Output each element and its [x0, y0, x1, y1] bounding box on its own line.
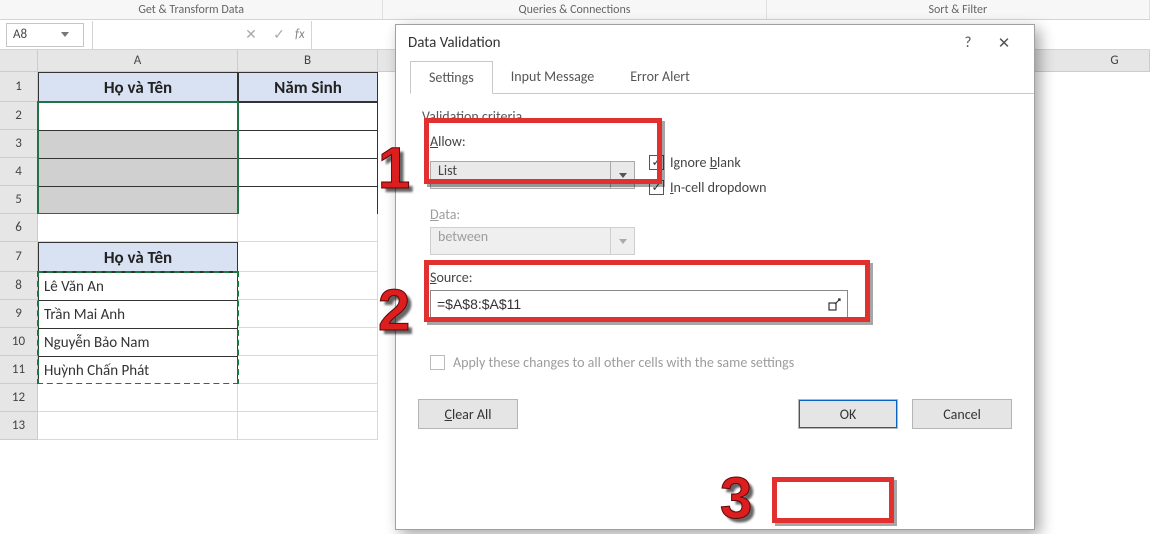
row-header[interactable]: 1	[0, 72, 38, 102]
cell-b1[interactable]: Năm Sinh	[238, 72, 378, 102]
row-header[interactable]: 10	[0, 328, 38, 356]
select-all-corner[interactable]	[0, 50, 38, 72]
help-icon[interactable]: ?	[950, 29, 986, 57]
ignore-blank-checkbox[interactable]: ✓ Ignore blank	[649, 154, 766, 171]
dialog-title: Data Validation	[408, 34, 950, 52]
clear-all-button[interactable]: Clear All	[418, 399, 518, 429]
divider	[311, 21, 312, 49]
chevron-down-icon[interactable]	[61, 32, 77, 37]
divider	[92, 21, 93, 49]
ribbon-group: Sort & Filter	[767, 0, 1150, 19]
dialog-buttons: Clear All OK Cancel	[396, 399, 1034, 443]
cell[interactable]	[238, 300, 378, 328]
name-box-value: A8	[13, 27, 27, 42]
source-field[interactable]	[431, 296, 823, 312]
ribbon-group: Queries & Connections	[383, 0, 766, 19]
cell[interactable]	[38, 412, 238, 440]
source-input[interactable]	[430, 290, 848, 318]
row-header[interactable]: 2	[0, 102, 38, 130]
row-header[interactable]: 11	[0, 356, 38, 384]
row-header[interactable]: 4	[0, 158, 38, 186]
cell[interactable]	[238, 272, 378, 300]
cell[interactable]	[238, 412, 378, 440]
chevron-down-icon[interactable]	[610, 162, 634, 188]
cell[interactable]	[238, 356, 378, 384]
incell-dropdown-checkbox[interactable]: ✓ In-cell dropdown	[649, 179, 766, 196]
criteria-label: Validation criteria	[422, 108, 1008, 125]
data-dropdown: between	[430, 227, 635, 255]
cell-a8[interactable]: Lê Văn An	[38, 272, 238, 302]
allow-value: List	[431, 162, 610, 188]
cell[interactable]	[238, 214, 378, 242]
cell-a5[interactable]	[38, 186, 238, 216]
row-header[interactable]: 6	[0, 214, 38, 242]
cancel-button[interactable]: Cancel	[912, 399, 1012, 429]
data-validation-dialog: Data Validation ? ✕ Settings Input Messa…	[395, 24, 1035, 530]
row-header[interactable]: 3	[0, 130, 38, 158]
cell-a4[interactable]	[38, 158, 238, 188]
close-icon[interactable]: ✕	[986, 29, 1022, 57]
incell-dropdown-label: In-cell dropdown	[670, 179, 766, 196]
formula-cancel-icon[interactable]: ✕	[237, 23, 265, 47]
data-label: Data:	[430, 206, 1008, 223]
cell-b3[interactable]	[238, 130, 378, 160]
row-header[interactable]: 13	[0, 412, 38, 440]
cell-b5[interactable]	[238, 186, 378, 216]
cell[interactable]	[238, 384, 378, 412]
tab-input-message[interactable]: Input Message	[493, 61, 612, 93]
cell[interactable]	[238, 242, 378, 272]
ribbon-group: Get & Transform Data	[0, 0, 383, 19]
formula-enter-icon[interactable]: ✓	[265, 23, 293, 47]
allow-label: Allow:	[430, 133, 1008, 150]
cell[interactable]	[38, 384, 238, 412]
column-header-b[interactable]: B	[238, 50, 378, 72]
annotation-box-3	[772, 477, 894, 523]
range-picker-icon[interactable]	[823, 291, 847, 317]
row-header[interactable]: 8	[0, 272, 38, 300]
cell-b4[interactable]	[238, 158, 378, 188]
allow-dropdown[interactable]: List	[430, 161, 635, 189]
ok-button[interactable]: OK	[798, 399, 898, 429]
apply-all-checkbox: Apply these changes to all other cells w…	[430, 354, 1008, 371]
dialog-tabs: Settings Input Message Error Alert	[410, 61, 1034, 94]
apply-all-label: Apply these changes to all other cells w…	[453, 354, 794, 371]
ignore-blank-label: Ignore blank	[670, 154, 741, 171]
cell-b2[interactable]	[238, 102, 378, 132]
cell[interactable]	[238, 328, 378, 356]
row-header[interactable]: 9	[0, 300, 38, 328]
name-box[interactable]: A8	[6, 23, 84, 47]
source-label: Source:	[430, 269, 1008, 286]
column-header-a[interactable]: A	[38, 50, 238, 72]
data-value: between	[431, 228, 610, 254]
dialog-body: Validation criteria Allow: List ✓ Ignore…	[396, 94, 1034, 399]
cell-a3[interactable]	[38, 130, 238, 160]
tab-error-alert[interactable]: Error Alert	[612, 61, 708, 93]
chevron-down-icon	[610, 228, 634, 254]
cell-a2[interactable]	[38, 102, 238, 132]
dialog-titlebar[interactable]: Data Validation ? ✕	[396, 25, 1034, 61]
row-header[interactable]: 5	[0, 186, 38, 214]
row-header[interactable]: 7	[0, 242, 38, 272]
fx-icon[interactable]: fx	[295, 27, 305, 42]
tab-settings[interactable]: Settings	[410, 61, 493, 94]
cell-a11[interactable]: Huỳnh Chấn Phát	[38, 356, 238, 386]
ribbon-group-bar: Get & Transform Data Queries & Connectio…	[0, 0, 1150, 20]
cell-a1[interactable]: Họ và Tên	[38, 72, 238, 102]
row-header[interactable]: 12	[0, 384, 38, 412]
column-header-g[interactable]: G	[1080, 50, 1150, 72]
cell-a10[interactable]: Nguyễn Bảo Nam	[38, 328, 238, 358]
cell-a9[interactable]: Trần Mai Anh	[38, 300, 238, 330]
cell[interactable]	[38, 214, 238, 242]
cell-a7[interactable]: Họ và Tên	[38, 242, 238, 272]
